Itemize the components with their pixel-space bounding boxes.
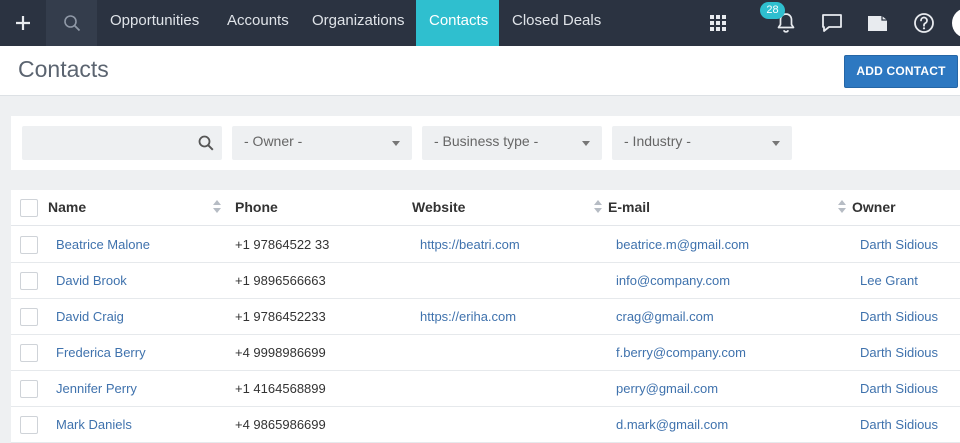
sort-website-icon[interactable] [594, 200, 602, 214]
column-header-website: Website [412, 199, 466, 215]
sort-email-icon[interactable] [838, 200, 846, 214]
row-checkbox[interactable] [20, 416, 38, 434]
tab-opportunities[interactable]: Opportunities [97, 0, 212, 46]
chat-icon [822, 14, 842, 32]
help-icon [914, 13, 934, 33]
notification-count-badge: 28 [760, 2, 785, 19]
contact-name-link[interactable]: Jennifer Perry [56, 381, 137, 396]
business-type-filter-select[interactable]: - Business type - [422, 126, 602, 160]
add-new-button[interactable] [0, 0, 46, 46]
sort-name-icon[interactable] [213, 200, 221, 214]
chat-button[interactable] [810, 0, 854, 46]
row-checkbox[interactable] [20, 380, 38, 398]
contact-owner-link[interactable]: Darth Sidious [860, 237, 938, 252]
chevron-down-icon [772, 141, 780, 146]
contact-website-link[interactable]: https://beatri.com [420, 237, 520, 252]
table-row [11, 407, 960, 443]
contact-owner-link[interactable]: Darth Sidious [860, 381, 938, 396]
search-icon [63, 15, 80, 32]
tab-closed-deals[interactable]: Closed Deals [499, 0, 614, 46]
column-header-name[interactable]: Name [48, 199, 86, 215]
contact-name-link[interactable]: Frederica Berry [56, 345, 146, 360]
search-input[interactable] [22, 126, 222, 160]
contact-website-link[interactable]: https://eriha.com [420, 309, 516, 324]
chevron-down-icon [392, 141, 400, 146]
contact-name-link[interactable]: Mark Daniels [56, 417, 132, 432]
apps-grid-button[interactable] [696, 0, 740, 46]
contact-email-link[interactable]: beatrice.m@gmail.com [616, 237, 749, 252]
row-checkbox[interactable] [20, 236, 38, 254]
contact-name-link[interactable]: Beatrice Malone [56, 237, 150, 252]
plus-icon [16, 16, 30, 30]
documents-button[interactable] [856, 0, 900, 46]
contact-email-link[interactable]: f.berry@company.com [616, 345, 746, 360]
table-row [11, 335, 960, 371]
contact-phone: +1 9896566663 [235, 273, 326, 288]
table-row [11, 371, 960, 407]
folder-icon [868, 16, 887, 31]
contact-owner-link[interactable]: Lee Grant [860, 273, 918, 288]
contact-phone: +4 9865986699 [235, 417, 326, 432]
contact-phone: +4 9998986699 [235, 345, 326, 360]
column-header-email[interactable]: E-mail [608, 199, 650, 215]
row-checkbox[interactable] [20, 344, 38, 362]
contact-owner-link[interactable]: Darth Sidious [860, 309, 938, 324]
table-row [11, 263, 960, 299]
industry-filter-value: - Industry - [624, 133, 691, 149]
chevron-down-icon [582, 141, 590, 146]
contact-email-link[interactable]: info@company.com [616, 273, 730, 288]
add-contact-button[interactable]: ADD CONTACT [844, 55, 958, 88]
contact-phone: +1 4164568899 [235, 381, 326, 396]
table-header [11, 190, 960, 226]
contact-name-link[interactable]: David Brook [56, 273, 127, 288]
global-search-button[interactable] [46, 0, 97, 46]
contact-email-link[interactable]: d.mark@gmail.com [616, 417, 728, 432]
tab-contacts[interactable]: Contacts [416, 0, 499, 46]
contact-name-link[interactable]: David Craig [56, 309, 124, 324]
row-checkbox[interactable] [20, 272, 38, 290]
apps-grid-icon [710, 15, 726, 31]
contact-phone: +1 9786452233 [235, 309, 326, 324]
search-icon [198, 135, 214, 156]
owner-filter-select[interactable]: - Owner - [232, 126, 412, 160]
business-type-filter-value: - Business type - [434, 133, 539, 149]
tab-organizations[interactable]: Organizations [299, 0, 418, 46]
page-header [0, 46, 960, 96]
contact-owner-link[interactable]: Darth Sidious [860, 345, 938, 360]
industry-filter-select[interactable]: - Industry - [612, 126, 792, 160]
owner-filter-value: - Owner - [244, 133, 303, 149]
tab-accounts[interactable]: Accounts [214, 0, 302, 46]
help-button[interactable] [902, 0, 946, 46]
contact-email-link[interactable]: crag@gmail.com [616, 309, 714, 324]
contact-owner-link[interactable]: Darth Sidious [860, 417, 938, 432]
select-all-checkbox[interactable] [20, 199, 38, 217]
contact-phone: +1 97864522 33 [235, 237, 330, 252]
page-title: Contacts [18, 56, 109, 82]
row-checkbox[interactable] [20, 308, 38, 326]
contact-email-link[interactable]: perry@gmail.com [616, 381, 718, 396]
column-header-phone: Phone [235, 199, 278, 215]
column-header-owner[interactable]: Owner [852, 199, 896, 215]
